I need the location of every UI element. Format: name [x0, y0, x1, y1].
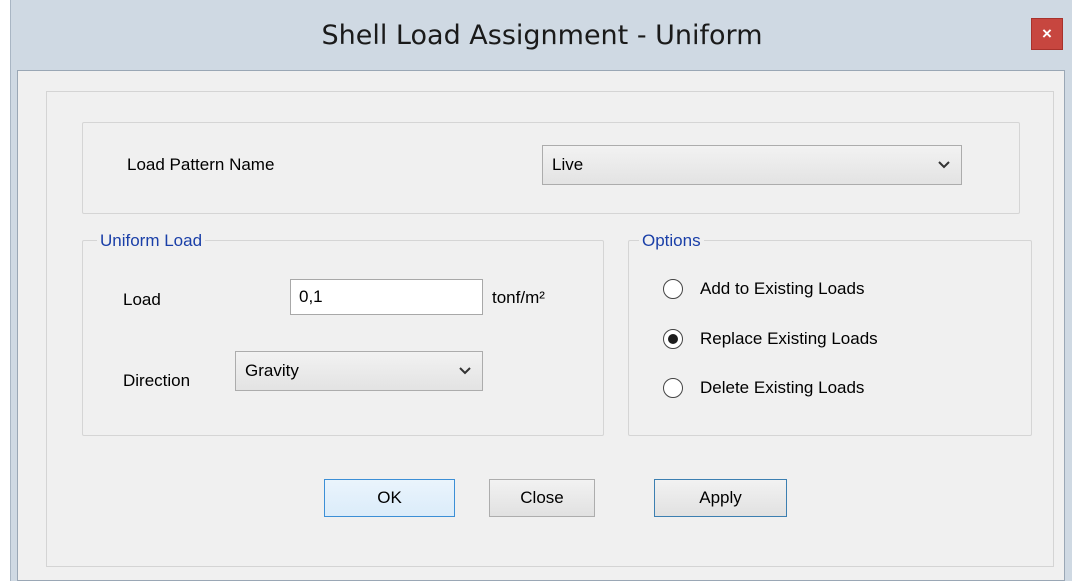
ok-button[interactable]: OK [324, 479, 455, 517]
radio-label: Delete Existing Loads [700, 378, 865, 397]
radio-replace-existing[interactable]: Replace Existing Loads [663, 329, 878, 349]
close-window-button[interactable]: × [1031, 18, 1063, 50]
chevron-down-icon [459, 367, 471, 375]
options-group: Options Add to Existing Loads Replace Ex… [628, 231, 1032, 436]
load-label: Load [123, 290, 161, 309]
radio-delete-existing[interactable]: Delete Existing Loads [663, 378, 864, 398]
load-pattern-select[interactable]: Live [542, 145, 962, 185]
radio-add-to-existing[interactable]: Add to Existing Loads [663, 279, 864, 299]
title-bar[interactable]: Shell Load Assignment - Uniform × [11, 0, 1072, 70]
dialog-window: Shell Load Assignment - Uniform × Load P… [10, 0, 1072, 581]
options-group-title: Options [639, 231, 704, 251]
close-button[interactable]: Close [489, 479, 595, 517]
load-unit-label: tonf/m² [492, 288, 545, 307]
uniform-load-group-title: Uniform Load [97, 231, 206, 251]
dialog-title: Shell Load Assignment - Uniform [321, 20, 763, 51]
radio-button-icon[interactable] [663, 378, 683, 398]
uniform-load-group: Uniform Load Load tonf/m² Direction Grav… [82, 231, 604, 436]
direction-select[interactable]: Gravity [235, 351, 483, 391]
load-pattern-label: Load Pattern Name [127, 155, 275, 174]
chevron-down-icon [938, 161, 950, 169]
load-pattern-group: Load Pattern Name Live [82, 122, 1020, 214]
dialog-content-panel: Load Pattern Name Live Uniform Load Load… [46, 91, 1054, 567]
direction-value: Gravity [245, 361, 299, 380]
radio-button-icon[interactable] [663, 279, 683, 299]
radio-label: Add to Existing Loads [700, 279, 865, 298]
radio-button-selected-icon[interactable] [663, 329, 683, 349]
load-value-input[interactable] [290, 279, 483, 315]
apply-button[interactable]: Apply [654, 479, 787, 517]
dialog-client-area: Load Pattern Name Live Uniform Load Load… [17, 70, 1065, 581]
radio-label: Replace Existing Loads [700, 329, 878, 348]
load-pattern-value: Live [552, 155, 584, 174]
direction-label: Direction [123, 371, 191, 390]
